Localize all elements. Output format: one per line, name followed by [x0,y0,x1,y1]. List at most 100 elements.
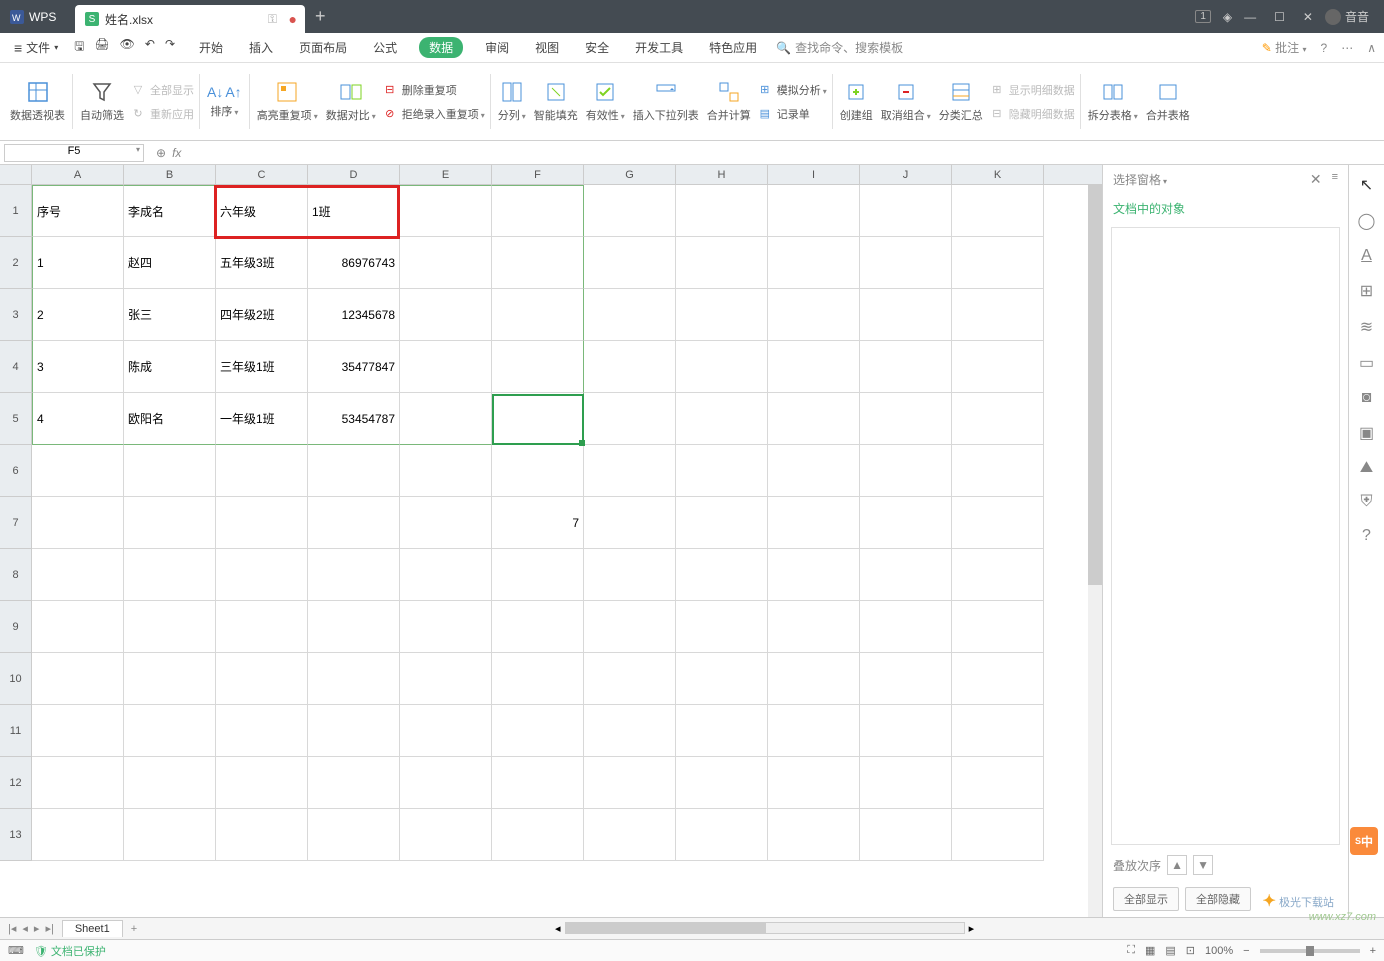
row-header-1[interactable]: 1 [0,185,32,237]
cell-I10[interactable] [768,653,860,705]
zoom-out-button[interactable]: − [1243,945,1249,957]
cell-K5[interactable] [952,393,1044,445]
cell-K13[interactable] [952,809,1044,861]
cell-I6[interactable] [768,445,860,497]
text-to-columns-button[interactable]: 分列 [494,76,530,127]
select-all-corner[interactable] [0,165,32,185]
cell-D13[interactable] [308,809,400,861]
cell-K12[interactable] [952,757,1044,809]
cell-E1[interactable] [400,185,492,237]
row-header-8[interactable]: 8 [0,549,32,601]
cells-area[interactable]: 序号李成名六年级1班1赵四五年级3班869767432张三四年级2班123456… [32,185,1044,861]
cell-A6[interactable] [32,445,124,497]
cell-D1[interactable]: 1班 [308,185,400,237]
cell-H11[interactable] [676,705,768,757]
clipboard-icon[interactable]: ▭ [1359,353,1374,373]
cell-F3[interactable] [492,289,584,341]
cell-A1[interactable]: 序号 [32,185,124,237]
tab-dev-tools[interactable]: 开发工具 [631,37,687,58]
cell-J10[interactable] [860,653,952,705]
cell-K11[interactable] [952,705,1044,757]
cell-C1[interactable]: 六年级 [216,185,308,237]
cell-H1[interactable] [676,185,768,237]
cell-G11[interactable] [584,705,676,757]
tab-data[interactable]: 数据 [419,37,463,58]
row-header-4[interactable]: 4 [0,341,32,393]
show-all-button[interactable]: ▽全部显示 [128,80,196,100]
protection-status[interactable]: 🛡 文档已保护 [34,943,106,959]
cell-B2[interactable]: 赵四 [124,237,216,289]
cell-H13[interactable] [676,809,768,861]
cell-J3[interactable] [860,289,952,341]
cell-F11[interactable] [492,705,584,757]
zoom-slider[interactable] [1260,949,1360,953]
cell-I4[interactable] [768,341,860,393]
cell-J5[interactable] [860,393,952,445]
col-header-F[interactable]: F [492,165,584,184]
cell-I12[interactable] [768,757,860,809]
cell-F7[interactable]: 7 [492,497,584,549]
col-header-J[interactable]: J [860,165,952,184]
view-normal-icon[interactable]: ▦ [1145,944,1155,957]
cell-J8[interactable] [860,549,952,601]
cell-C5[interactable]: 一年级1班 [216,393,308,445]
cell-K10[interactable] [952,653,1044,705]
cell-A4[interactable]: 3 [32,341,124,393]
cell-E12[interactable] [400,757,492,809]
remove-dup-button[interactable]: ⊟删除重复项 [380,80,487,100]
col-header-I[interactable]: I [768,165,860,184]
cell-F10[interactable] [492,653,584,705]
shape-tool-icon[interactable]: ◯ [1358,211,1376,231]
hide-all-button[interactable]: 全部隐藏 [1185,887,1251,911]
cell-I7[interactable] [768,497,860,549]
cell-J6[interactable] [860,445,952,497]
row-header-12[interactable]: 12 [0,757,32,809]
name-box[interactable]: F5 [4,144,144,162]
col-header-A[interactable]: A [32,165,124,184]
cell-J9[interactable] [860,601,952,653]
horizontal-scrollbar[interactable]: ◂ ▸ [145,922,1384,935]
sort-desc-icon[interactable]: A↑ [225,84,241,100]
maximize-button[interactable]: ☐ [1274,10,1285,24]
cell-D4[interactable]: 35477847 [308,341,400,393]
cell-A7[interactable] [32,497,124,549]
cell-D7[interactable] [308,497,400,549]
cell-B12[interactable] [124,757,216,809]
row-header-7[interactable]: 7 [0,497,32,549]
tab-close-icon[interactable]: ● [289,11,297,27]
cell-C6[interactable] [216,445,308,497]
cell-I8[interactable] [768,549,860,601]
row-header-5[interactable]: 5 [0,393,32,445]
row-headers[interactable]: 12345678910111213 [0,185,32,861]
validation-button[interactable]: 有效性 [582,76,629,127]
cell-E8[interactable] [400,549,492,601]
row-header-10[interactable]: 10 [0,653,32,705]
show-all-button[interactable]: 全部显示 [1113,887,1179,911]
autofilter-button[interactable]: 自动筛选 [76,76,128,127]
cell-C12[interactable] [216,757,308,809]
pane-nav-icon[interactable]: ≡ [1332,171,1338,188]
insert-dropdown-button[interactable]: 插入下拉列表 [629,76,703,127]
cell-D6[interactable] [308,445,400,497]
cell-B1[interactable]: 李成名 [124,185,216,237]
new-tab-button[interactable]: + [305,6,336,27]
what-if-button[interactable]: ⊞模拟分析 [755,80,829,100]
split-table-button[interactable]: 拆分表格 [1084,76,1142,127]
tab-insert[interactable]: 插入 [245,37,277,58]
cell-G13[interactable] [584,809,676,861]
cell-B7[interactable] [124,497,216,549]
cell-D11[interactable] [308,705,400,757]
reject-dup-button[interactable]: ⊘拒绝录入重复项 [380,104,487,124]
sheet-tab[interactable]: Sheet1 [62,920,123,937]
cell-G10[interactable] [584,653,676,705]
bring-forward-button[interactable]: ▲ [1167,855,1187,875]
cell-E7[interactable] [400,497,492,549]
tab-special[interactable]: 特色应用 [705,37,761,58]
add-sheet-button[interactable]: + [123,923,145,935]
cell-B5[interactable]: 欧阳名 [124,393,216,445]
cell-I11[interactable] [768,705,860,757]
skin-icon[interactable]: ◈ [1223,10,1232,24]
row-header-13[interactable]: 13 [0,809,32,861]
cell-F5[interactable] [492,393,584,445]
cell-E2[interactable] [400,237,492,289]
